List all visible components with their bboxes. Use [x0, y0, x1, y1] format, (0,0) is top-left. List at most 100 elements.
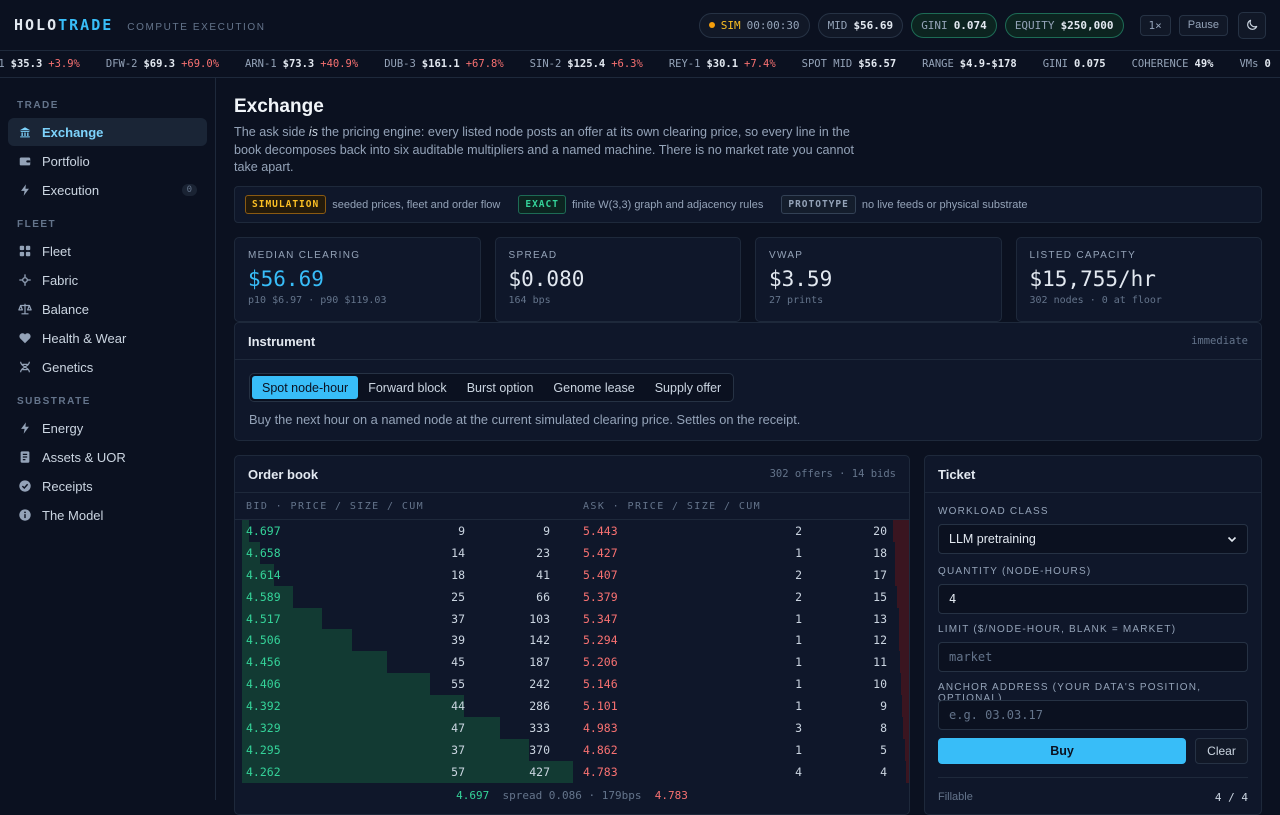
- order-book-panel: Order book 302 offers · 14 bids BID · PR…: [234, 455, 910, 815]
- sidebar-item-assets-uor[interactable]: Assets & UOR: [8, 443, 207, 471]
- ask-level[interactable]: 5.146 1 10: [572, 673, 909, 696]
- bid-level[interactable]: 4.658 14 23: [235, 541, 572, 564]
- bid-level[interactable]: 4.589 25 66: [235, 585, 572, 608]
- sidebar-item-genetics[interactable]: Genetics: [8, 353, 207, 381]
- bank-icon: [18, 125, 32, 139]
- tab-spot-node-hour[interactable]: Spot node-hour: [252, 376, 359, 399]
- sidebar-item-execution[interactable]: Execution 0: [8, 176, 207, 204]
- bid-price: 4.658: [246, 545, 281, 560]
- sidebar-item-exchange[interactable]: Exchange: [8, 118, 207, 146]
- sidebar-item-label: Health & Wear: [42, 330, 127, 346]
- ask-cum: 11: [873, 655, 887, 670]
- order-book-row: 4.506 39 142 5.294 1 12: [235, 629, 909, 652]
- ask-level[interactable]: 5.206 1 11: [572, 651, 909, 674]
- sidebar-item-energy[interactable]: Energy: [8, 414, 207, 442]
- speed-button[interactable]: 1×: [1139, 14, 1171, 36]
- ask-level[interactable]: 5.407 2 17: [572, 563, 909, 586]
- bid-level[interactable]: 4.506 39 142: [235, 629, 572, 652]
- ask-price: 5.443: [583, 523, 618, 538]
- ask-price: 4.783: [583, 764, 618, 779]
- ask-price: 5.347: [583, 611, 618, 626]
- sidebar-section-title: TRADE: [17, 100, 59, 111]
- bid-size: 9: [458, 523, 465, 538]
- sidebar-item-balance[interactable]: Balance: [8, 295, 207, 323]
- stat-sub: 27 prints: [769, 295, 824, 306]
- anchor-input[interactable]: e.g. 03.03.17: [938, 700, 1248, 730]
- ask-level[interactable]: 5.443 2 20: [572, 520, 909, 542]
- tab-supply-offer[interactable]: Supply offer: [645, 376, 731, 399]
- ask-price: 5.407: [583, 567, 618, 582]
- tab-forward-block[interactable]: Forward block: [358, 376, 457, 399]
- sidebar-item-portfolio[interactable]: Portfolio: [8, 147, 207, 175]
- bid-level[interactable]: 4.456 45 187: [235, 651, 572, 674]
- brand-logo[interactable]: HOLOTRADE: [14, 16, 113, 34]
- sidebar-item-the-model[interactable]: The Model: [8, 501, 207, 529]
- bid-level[interactable]: 4.517 37 103: [235, 607, 572, 630]
- ask-size: 1: [795, 545, 802, 560]
- buy-button[interactable]: Buy: [938, 738, 1186, 764]
- sidebar-item-label: Energy: [42, 420, 84, 436]
- bid-price: 4.517: [246, 611, 281, 626]
- ask-cum: 8: [880, 720, 887, 735]
- order-book-row: 4.392 44 286 5.101 1 9: [235, 695, 909, 718]
- order-book-spread: 4.697 spread 0.086 · 179bps 4.783: [456, 789, 688, 802]
- fillable-label: Fillable: [938, 791, 973, 803]
- ticker-item: DUB-3 $161.1 +67.8%: [384, 58, 504, 70]
- quantity-label: QUANTITY (NODE-HOURS): [938, 566, 1092, 577]
- ask-level[interactable]: 4.983 3 8: [572, 717, 909, 739]
- workload-label: WORKLOAD CLASS: [938, 506, 1049, 517]
- sim-clock-pill: SIM 00:00:30: [698, 12, 810, 38]
- limit-input[interactable]: market: [938, 642, 1248, 672]
- sidebar-item-receipts[interactable]: Receipts: [8, 472, 207, 500]
- tab-burst-option[interactable]: Burst option: [457, 376, 544, 399]
- ask-level[interactable]: 5.347 1 13: [572, 607, 909, 630]
- order-book-row: 4.697 9 9 5.443 2 20: [235, 520, 909, 542]
- bid-cum: 103: [529, 611, 550, 626]
- clear-button[interactable]: Clear: [1195, 738, 1248, 764]
- ask-level[interactable]: 5.427 1 18: [572, 541, 909, 564]
- sidebar-item-fabric[interactable]: Fabric: [8, 266, 207, 294]
- ask-level[interactable]: 4.862 1 5: [572, 738, 909, 761]
- tab-genome-lease[interactable]: Genome lease: [543, 376, 644, 399]
- bid-price: 4.392: [246, 699, 281, 714]
- pause-button[interactable]: Pause: [1178, 14, 1228, 36]
- ask-level[interactable]: 4.783 4 4: [572, 760, 909, 783]
- page-title: Exchange: [234, 96, 324, 117]
- ask-cum: 20: [873, 523, 887, 538]
- ask-level[interactable]: 5.294 1 12: [572, 629, 909, 652]
- theme-toggle-button[interactable]: [1238, 11, 1266, 39]
- bid-level[interactable]: 4.406 55 242: [235, 673, 572, 696]
- ask-depth-bar: [899, 629, 909, 652]
- sidebar-item-health-wear[interactable]: Health & Wear: [8, 324, 207, 352]
- sidebar-item-fleet[interactable]: Fleet: [8, 237, 207, 265]
- stat-card: SPREAD $0.080 164 bps: [494, 237, 741, 322]
- disclosure-text: seeded prices, fleet and order flow: [332, 198, 501, 211]
- bid-level[interactable]: 4.697 9 9: [235, 520, 572, 542]
- bid-cum: 286: [529, 699, 550, 714]
- sim-clock: 00:00:30: [746, 18, 800, 32]
- ask-cum: 9: [880, 699, 887, 714]
- bid-level[interactable]: 4.262 57 427: [235, 760, 573, 783]
- bid-price: 4.456: [246, 655, 281, 670]
- ask-level[interactable]: 5.101 1 9: [572, 695, 909, 718]
- quantity-input[interactable]: 4: [938, 584, 1248, 614]
- bid-cum: 242: [529, 677, 550, 692]
- workload-select[interactable]: LLM pretraining: [938, 524, 1248, 554]
- main-content: Exchange The ask side is the pricing eng…: [234, 78, 1262, 815]
- ticket-title: Ticket: [938, 466, 976, 482]
- ticker-item: VMs 0: [1239, 58, 1271, 70]
- ask-cum: 10: [873, 677, 887, 692]
- sidebar-item-label: The Model: [42, 507, 104, 523]
- ask-level[interactable]: 5.379 2 15: [572, 585, 909, 608]
- bid-level[interactable]: 4.295 37 370: [235, 738, 572, 761]
- bid-size: 39: [451, 633, 465, 648]
- bid-level[interactable]: 4.614 18 41: [235, 563, 572, 586]
- ticker-item: -1$35.3+3.9%: [0, 58, 80, 70]
- ask-size: 1: [795, 677, 802, 692]
- bid-price: 4.295: [246, 742, 281, 757]
- chevron-down-icon: [1227, 536, 1237, 543]
- bid-level[interactable]: 4.392 44 286: [235, 695, 572, 718]
- sidebar-section-title: SUBSTRATE: [17, 396, 91, 407]
- order-book-row: 4.589 25 66 5.379 2 15: [235, 585, 909, 608]
- bid-level[interactable]: 4.329 47 333: [235, 717, 572, 739]
